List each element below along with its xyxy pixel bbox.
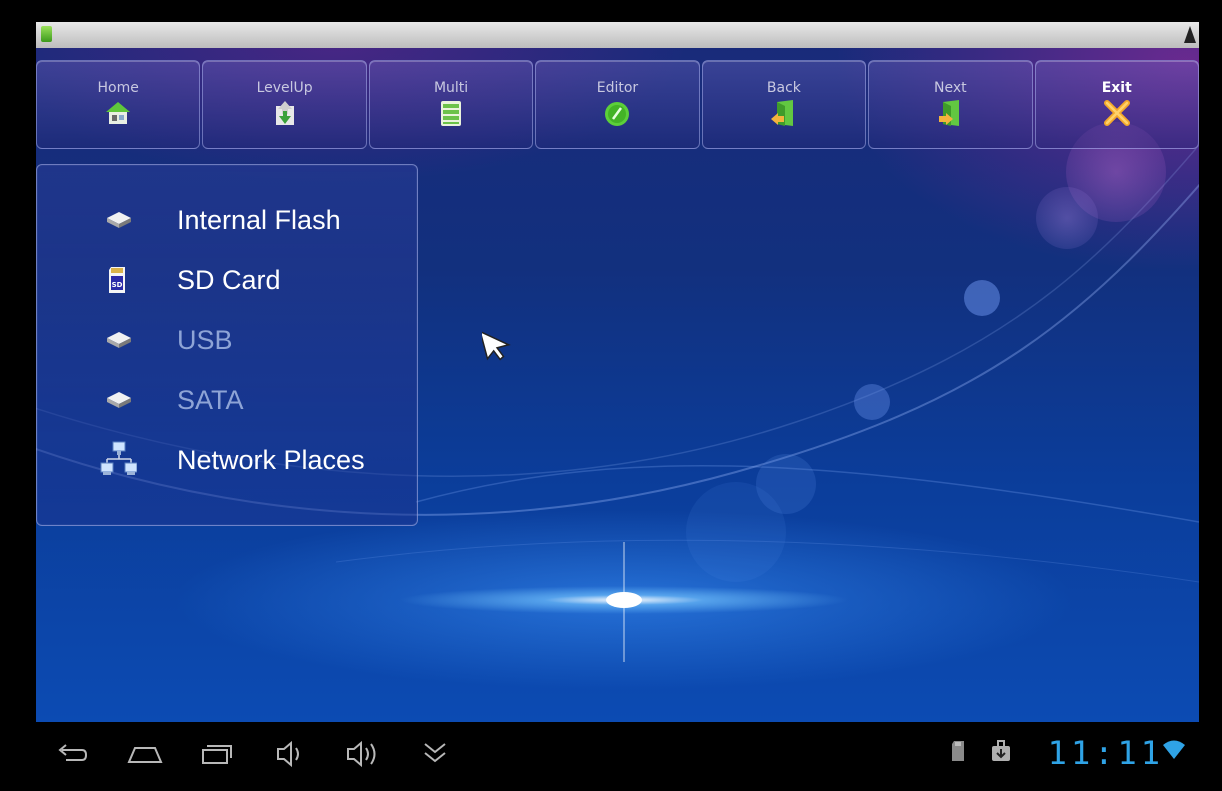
signal-icon [1184, 26, 1196, 43]
drive-icon [107, 212, 131, 228]
multi-button[interactable]: Multi [368, 60, 534, 149]
svg-text:SD: SD [112, 281, 123, 289]
system-navigation-bar: 11:11 [0, 722, 1222, 791]
expand-icon[interactable] [415, 736, 455, 770]
storage-item-label: SD Card [177, 265, 281, 295]
storage-item-label: SATA [177, 385, 244, 415]
next-button[interactable]: Next [868, 60, 1033, 149]
app-notification-icon [41, 26, 52, 42]
home-icon[interactable] [125, 736, 165, 770]
storage-item-label: Internal Flash [177, 205, 341, 235]
back-button[interactable]: Back [701, 60, 867, 149]
bokeh-light [854, 384, 890, 420]
home-button[interactable]: Home [36, 60, 201, 149]
storage-item-label: USB [177, 325, 233, 355]
storage-item-sata[interactable]: SATA [37, 375, 417, 425]
editor-icon [605, 102, 630, 126]
storage-panel: Internal Flash SD SD Card USB SATA Netwo… [36, 164, 418, 526]
status-bar [36, 22, 1199, 48]
drive-icon [107, 392, 131, 408]
volume-up-icon[interactable] [344, 736, 384, 770]
back-button-label: Back [766, 80, 801, 96]
storage-item-internal-flash[interactable]: Internal Flash [37, 195, 417, 245]
sd-card-icon: SD [109, 267, 125, 293]
drive-icon [107, 332, 131, 348]
network-icon [100, 441, 137, 475]
bokeh-light [1036, 187, 1098, 249]
volume-down-icon[interactable] [270, 736, 310, 770]
storage-item-usb[interactable]: USB [37, 315, 417, 365]
sd-card-status-icon [952, 741, 964, 761]
exit-button[interactable]: Exit [1034, 60, 1199, 149]
home-icon [106, 102, 131, 124]
storage-item-sd-card[interactable]: SD SD Card [37, 255, 417, 305]
storage-item-label: Network Places [177, 445, 365, 475]
next-button-label: Next [934, 80, 967, 96]
editor-button-label: Editor [596, 80, 639, 96]
download-icon [992, 740, 1010, 761]
level-up-button[interactable]: LevelUp [202, 60, 367, 149]
bokeh-light [964, 280, 1000, 316]
multi-select-icon [441, 101, 462, 126]
bokeh-light [686, 482, 786, 582]
mouse-cursor [482, 330, 511, 361]
back-icon[interactable] [52, 736, 92, 770]
next-icon [939, 100, 960, 126]
exit-button-label: Exit [1101, 80, 1132, 96]
multi-button-label: Multi [433, 80, 469, 96]
level-up-button-label: LevelUp [256, 80, 313, 96]
file-manager-screen: Home LevelUp Multi Editor Back Next Exit… [36, 22, 1199, 722]
level-up-icon [275, 101, 294, 125]
home-button-label: Home [97, 80, 139, 96]
exit-icon [1103, 100, 1130, 126]
storage-item-network-places[interactable]: Network Places [37, 435, 417, 485]
recent-apps-icon[interactable] [197, 736, 237, 770]
clock: 11:11 [1047, 734, 1164, 772]
wifi-icon [1163, 740, 1185, 759]
toolbar: Home LevelUp Multi Editor Back Next Exit [36, 60, 1199, 149]
back-icon [770, 100, 793, 126]
editor-button[interactable]: Editor [535, 60, 700, 149]
